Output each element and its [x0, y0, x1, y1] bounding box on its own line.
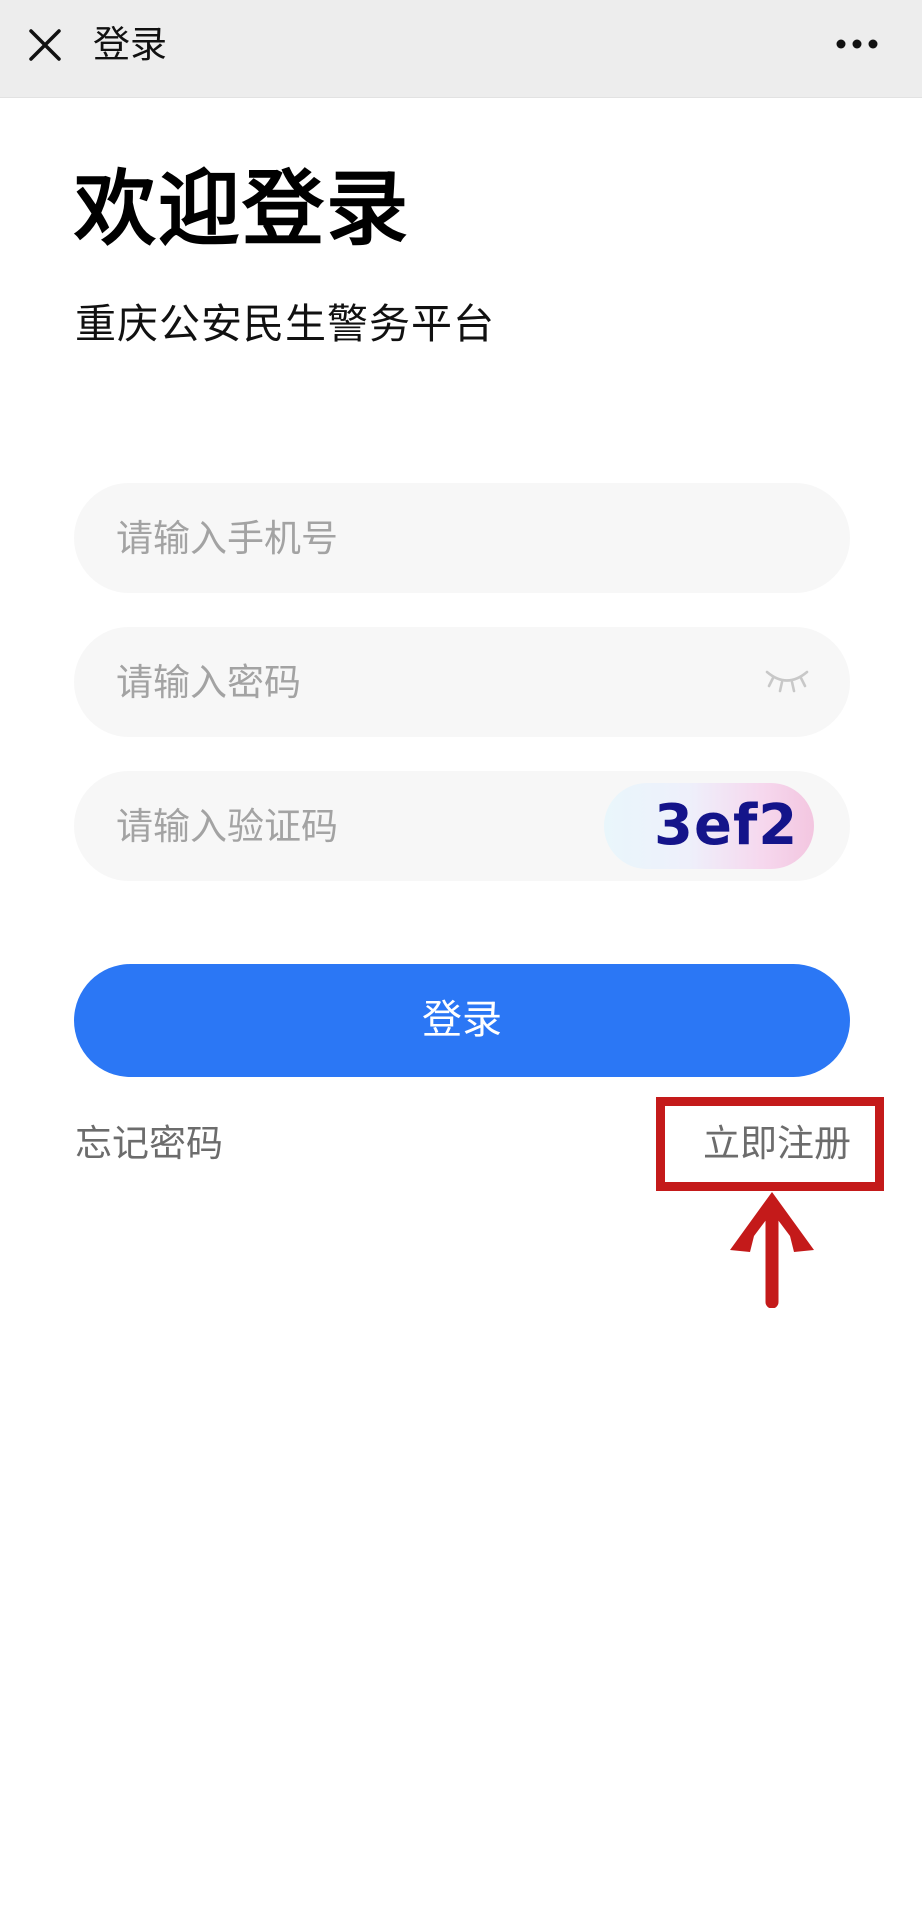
captcha-code: 3ef2 — [654, 793, 799, 858]
password-input[interactable] — [116, 627, 716, 737]
captcha-image[interactable]: 3ef2 — [604, 783, 814, 869]
eye-closed-icon[interactable] — [762, 663, 812, 697]
nav-title: 登录 — [93, 23, 167, 66]
platform-subtitle: 重庆公安民生警务平台 — [75, 300, 495, 348]
captcha-field: 3ef2 — [74, 771, 850, 881]
password-field — [74, 627, 850, 737]
phone-input[interactable] — [116, 483, 636, 593]
more-dots-icon[interactable] — [832, 26, 882, 62]
annotation-highlight-box — [656, 1097, 884, 1191]
top-nav-bar: 登录 — [0, 0, 922, 98]
login-button[interactable]: 登录 — [74, 964, 850, 1077]
forgot-password-link[interactable]: 忘记密码 — [75, 1118, 223, 1170]
login-page: 登录 欢迎登录 重庆公安民生警务平台 3ef2 登录 忘记密码 立即注册 — [0, 0, 922, 1917]
welcome-heading: 欢迎登录 — [74, 162, 411, 257]
annotation-arrow-icon — [730, 1192, 814, 1308]
close-icon[interactable] — [25, 25, 65, 65]
phone-field — [74, 483, 850, 593]
captcha-input[interactable] — [116, 771, 636, 881]
